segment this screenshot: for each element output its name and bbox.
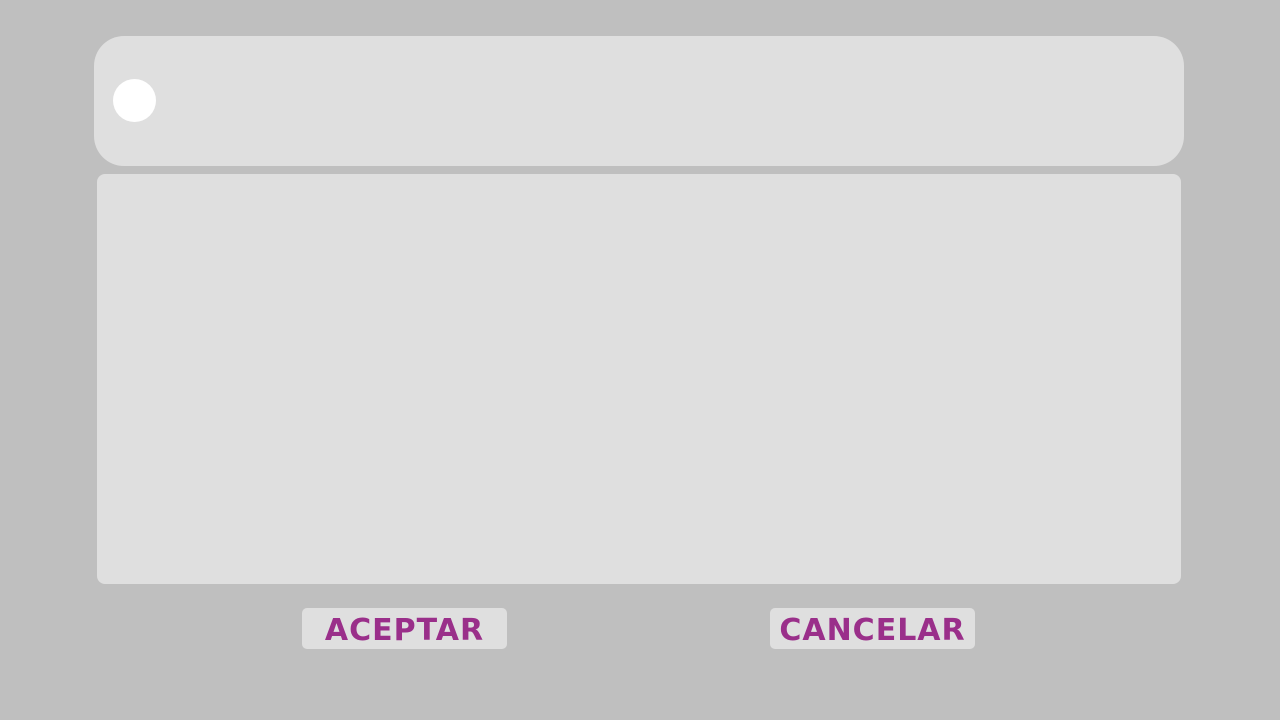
cancel-button[interactable]: CANCELAR bbox=[770, 608, 975, 649]
content-panel bbox=[97, 174, 1181, 584]
avatar[interactable] bbox=[113, 79, 156, 122]
accept-button[interactable]: ACEPTAR bbox=[302, 608, 507, 649]
header-panel bbox=[94, 36, 1184, 166]
